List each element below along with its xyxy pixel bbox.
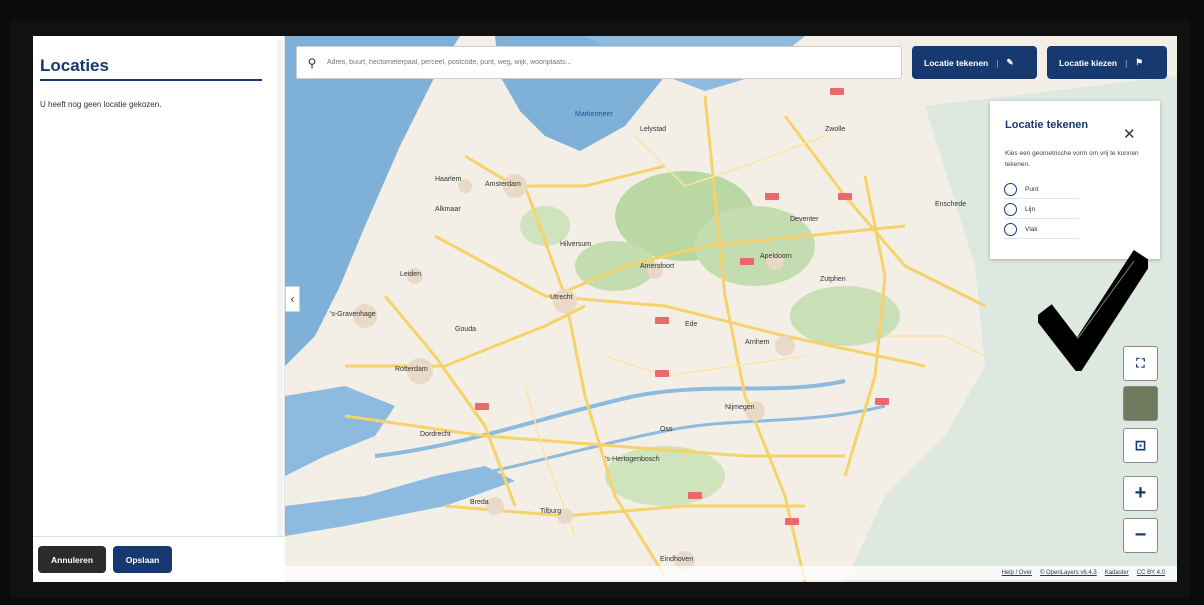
- center-location-button[interactable]: ⊡: [1123, 428, 1158, 463]
- edit-icon: ✎: [1006, 57, 1014, 67]
- search-icon: ⚲: [307, 55, 317, 70]
- label-breda: Breda: [470, 499, 489, 506]
- label-gouda: Gouda: [455, 326, 476, 333]
- zoom-in-button[interactable]: +: [1123, 476, 1158, 511]
- draw-location-button[interactable]: Locatie tekenen | ✎: [912, 46, 1037, 79]
- label-lelystad: Lelystad: [640, 126, 666, 133]
- label-deventer: Deventer: [790, 216, 819, 223]
- plus-icon: +: [1134, 482, 1147, 504]
- label-zwolle: Zwolle: [825, 126, 845, 133]
- license-link[interactable]: CC BY 4.0: [1137, 570, 1165, 576]
- separator: |: [996, 57, 999, 68]
- label-eindhoven: Eindhoven: [660, 556, 693, 563]
- collapse-sidebar-button[interactable]: ‹: [285, 286, 300, 312]
- center-icon: ⊡: [1134, 437, 1147, 453]
- label-zutphen: Zutphen: [820, 276, 846, 283]
- draw-panel-title: Locatie tekenen: [1005, 119, 1089, 131]
- chevron-left-icon: ‹: [290, 292, 295, 306]
- search-bar[interactable]: ⚲: [296, 46, 902, 79]
- label-utrecht: Utrecht: [550, 294, 573, 301]
- map-container: Amsterdam Haarlem Leiden 's-Gravenhage R…: [33, 36, 1177, 582]
- openlayers-link[interactable]: © OpenLayers v6.4.3: [1040, 570, 1097, 576]
- label-tilburg: Tilburg: [540, 508, 561, 515]
- zoom-out-button[interactable]: −: [1123, 518, 1158, 553]
- fullscreen-button[interactable]: ⛶: [1123, 346, 1158, 381]
- basemap-thumbnail[interactable]: [1123, 386, 1158, 421]
- label-den-haag: 's-Gravenhage: [330, 311, 376, 318]
- help-link[interactable]: Help / Over: [1002, 570, 1032, 576]
- label-rotterdam: Rotterdam: [395, 366, 428, 373]
- label-oss: Oss: [660, 426, 673, 433]
- radio-lijn[interactable]: [1004, 203, 1017, 216]
- option-punt[interactable]: Punt: [1004, 181, 1079, 199]
- label-alkmaar: Alkmaar: [435, 206, 461, 213]
- choose-location-button[interactable]: Locatie kiezen | ⚑: [1047, 46, 1167, 79]
- label-enschede: Enschede: [935, 201, 966, 208]
- separator: |: [1125, 57, 1128, 68]
- option-punt-label: Punt: [1025, 186, 1039, 193]
- draw-location-label: Locatie tekenen: [924, 57, 989, 68]
- label-markermeer: Markermeer: [575, 111, 613, 118]
- label-amsterdam: Amsterdam: [485, 181, 521, 188]
- map-icon: ⚑: [1135, 57, 1143, 67]
- label-den-bosch: 's-Hertogenbosch: [605, 456, 660, 463]
- draw-panel-description: Kies een geometrische vorm om vrij te ku…: [1005, 150, 1139, 168]
- map-attribution: Help / Over © OpenLayers v6.4.3 Kadaster…: [285, 566, 1177, 580]
- search-input[interactable]: [327, 59, 887, 66]
- label-hilversum: Hilversum: [560, 241, 591, 248]
- radio-punt[interactable]: [1004, 183, 1017, 196]
- kadaster-link[interactable]: Kadaster: [1105, 570, 1129, 576]
- label-nijmegen: Nijmegen: [725, 404, 755, 411]
- label-dordrecht: Dordrecht: [420, 431, 451, 438]
- radio-vlak[interactable]: [1004, 223, 1017, 236]
- label-amersfoort: Amersfoort: [640, 263, 674, 270]
- label-leiden: Leiden: [400, 271, 421, 278]
- label-arnhem: Arnhem: [745, 339, 770, 346]
- choose-location-label: Locatie kiezen: [1059, 57, 1118, 68]
- draw-panel: Locatie tekenen ✕ Kies een geometrische …: [990, 101, 1160, 259]
- close-icon[interactable]: ✕: [1123, 125, 1136, 143]
- option-vlak-label: Vlak: [1025, 226, 1038, 233]
- option-lijn[interactable]: Lijn: [1004, 201, 1079, 219]
- option-lijn-label: Lijn: [1025, 206, 1036, 213]
- minus-icon: −: [1134, 524, 1147, 546]
- label-apeldoorn: Apeldoorn: [760, 253, 792, 260]
- label-ede: Ede: [685, 321, 698, 328]
- fullscreen-icon: ⛶: [1136, 356, 1145, 370]
- label-haarlem: Haarlem: [435, 176, 462, 183]
- option-vlak[interactable]: Vlak: [1004, 221, 1079, 239]
